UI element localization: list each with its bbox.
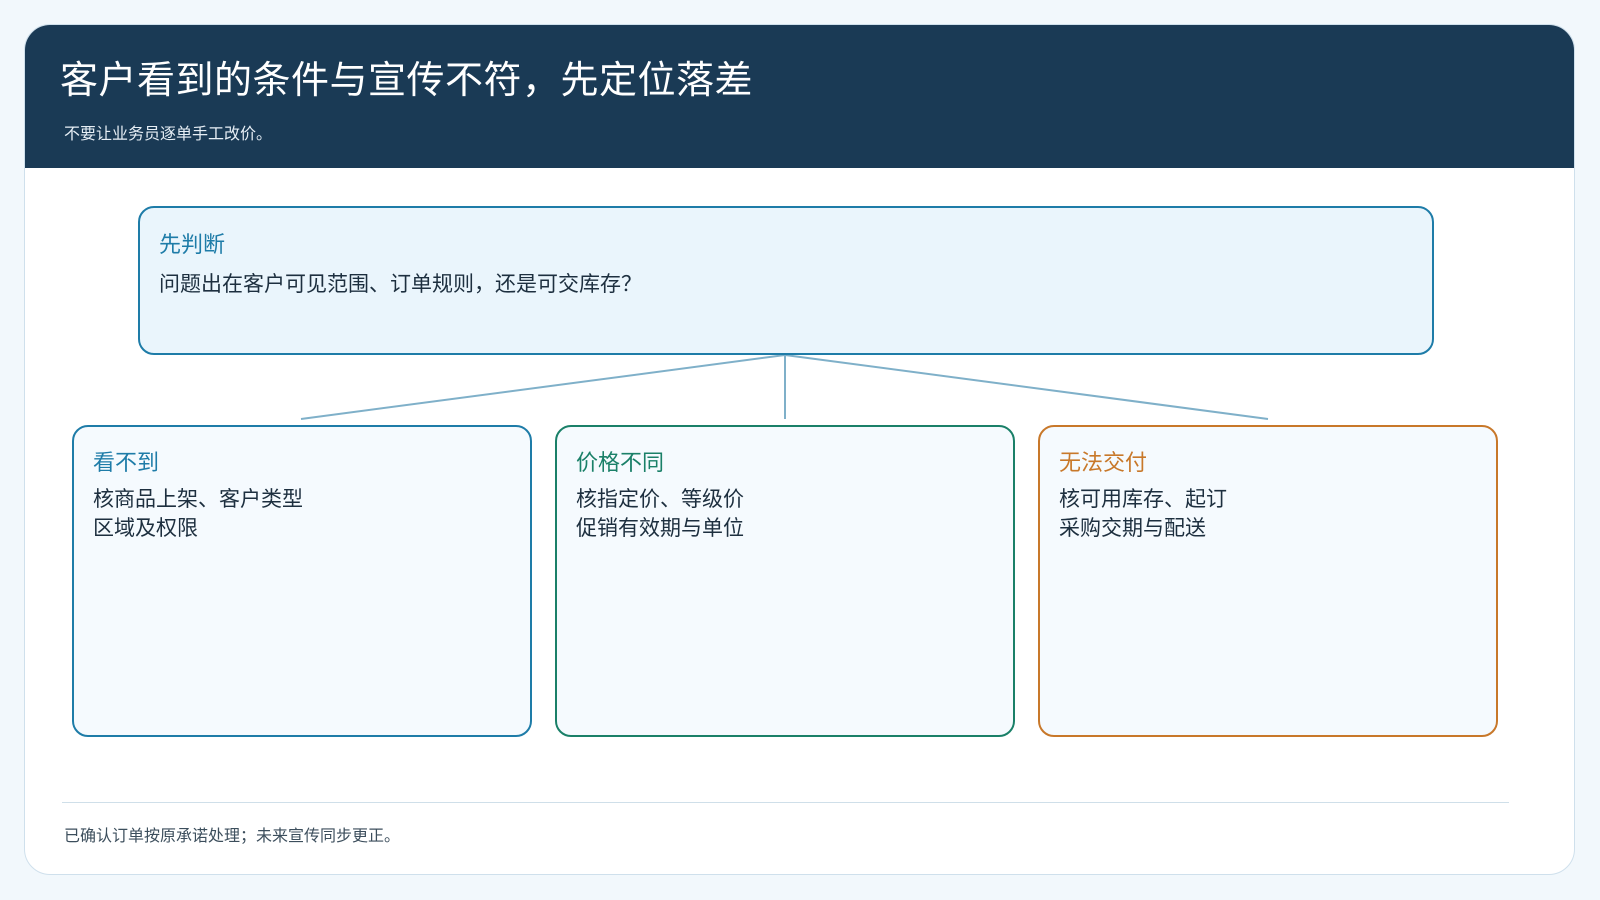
decision-box: 先判断 问题出在客户可见范围、订单规则，还是可交库存？ [138, 206, 1434, 355]
branch-title: 无法交付 [1059, 451, 1148, 476]
branch-title: 看不到 [93, 451, 160, 476]
branch-cannot-deliver: 无法交付 核可用库存、起订 采购交期与配送 [1038, 425, 1498, 737]
page-subtitle: 不要让业务员逐单手工改价。 [64, 124, 273, 143]
decision-title: 先判断 [159, 233, 226, 258]
slide: 客户看到的条件与宣传不符，先定位落差 不要让业务员逐单手工改价。 先判断 问题出… [24, 24, 1575, 875]
branch-body: 核商品上架、客户类型 区域及权限 [93, 485, 303, 543]
connector-left [300, 354, 786, 420]
branch-title: 价格不同 [576, 451, 665, 476]
branch-line: 采购交期与配送 [1059, 516, 1206, 540]
branch-body: 核指定价、等级价 促销有效期与单位 [576, 485, 744, 543]
branch-line: 促销有效期与单位 [576, 516, 744, 540]
footer-divider [62, 802, 1509, 803]
branch-body: 核可用库存、起订 采购交期与配送 [1059, 485, 1227, 543]
branch-line: 核商品上架、客户类型 [93, 487, 303, 511]
branch-line: 核可用库存、起订 [1059, 487, 1227, 511]
footer-note: 已确认订单按原承诺处理；未来宣传同步更正。 [64, 826, 401, 845]
branch-not-visible: 看不到 核商品上架、客户类型 区域及权限 [72, 425, 532, 737]
header-banner: 客户看到的条件与宣传不符，先定位落差 不要让业务员逐单手工改价。 [25, 25, 1574, 168]
connector-right [784, 354, 1269, 420]
page-title: 客户看到的条件与宣传不符，先定位落差 [60, 58, 754, 102]
branch-line: 核指定价、等级价 [576, 487, 744, 511]
branch-price-different: 价格不同 核指定价、等级价 促销有效期与单位 [555, 425, 1015, 737]
branch-line: 区域及权限 [93, 516, 198, 540]
decision-question: 问题出在客户可见范围、订单规则，还是可交库存？ [159, 272, 642, 296]
